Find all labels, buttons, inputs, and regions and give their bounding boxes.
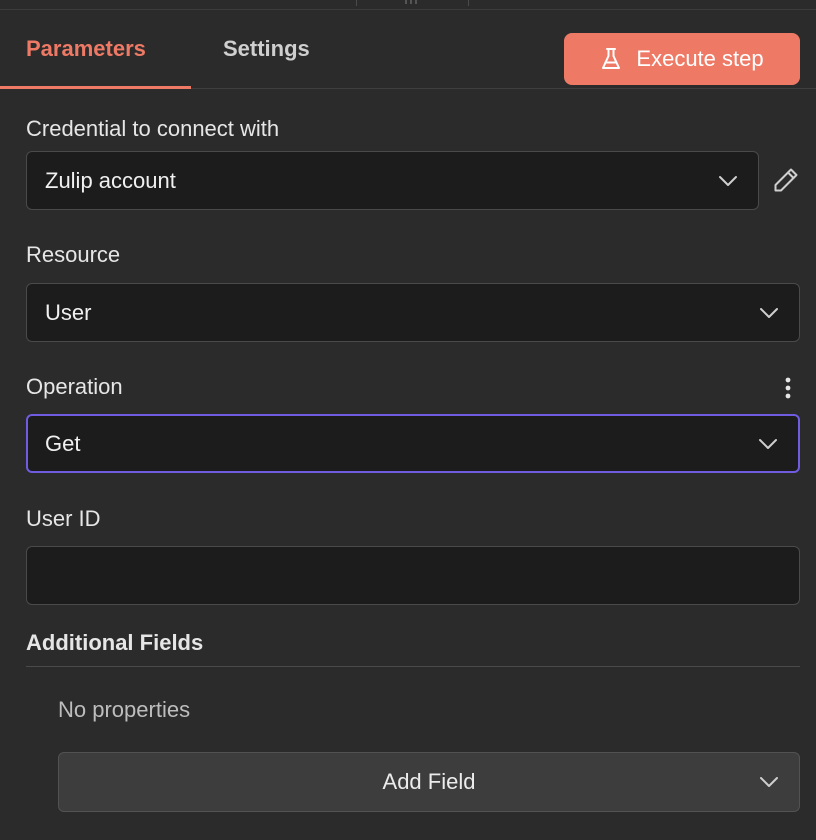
tab-parameters[interactable]: Parameters [0, 10, 191, 89]
more-options-icon[interactable] [778, 376, 798, 400]
flask-icon [602, 48, 621, 69]
execute-step-button[interactable]: Execute step [564, 33, 800, 85]
panel-top-bar [0, 0, 816, 10]
tab-bar: Parameters Settings Execute step [0, 10, 816, 89]
no-properties-text: No properties [58, 697, 191, 722]
credential-select[interactable]: Zulip account [26, 151, 759, 210]
resource-select[interactable]: User [26, 283, 800, 342]
panel-divider [356, 0, 357, 6]
chevron-down-icon [719, 175, 737, 186]
operation-select[interactable]: Get [26, 414, 800, 473]
tab-settings[interactable]: Settings [223, 10, 310, 88]
user-id-label: User ID [26, 506, 101, 531]
resource-label: Resource [26, 242, 121, 267]
operation-value: Get [45, 431, 81, 456]
credential-label: Credential to connect with [26, 116, 280, 141]
pencil-icon[interactable] [772, 166, 800, 194]
credential-value: Zulip account [45, 168, 176, 193]
operation-label: Operation [26, 374, 123, 399]
chevron-down-icon [760, 307, 778, 318]
additional-fields-title: Additional Fields [26, 630, 204, 655]
resource-value: User [45, 300, 92, 325]
user-id-input[interactable] [26, 546, 800, 605]
chevron-down-icon [759, 438, 777, 449]
execute-step-label: Execute step [636, 46, 764, 71]
add-field-label: Add Field [382, 769, 476, 794]
add-field-button[interactable]: Add Field [58, 752, 800, 812]
drag-handle-icon[interactable] [405, 0, 419, 4]
panel-divider [468, 0, 469, 6]
section-divider [26, 666, 800, 667]
chevron-down-icon [760, 777, 778, 787]
